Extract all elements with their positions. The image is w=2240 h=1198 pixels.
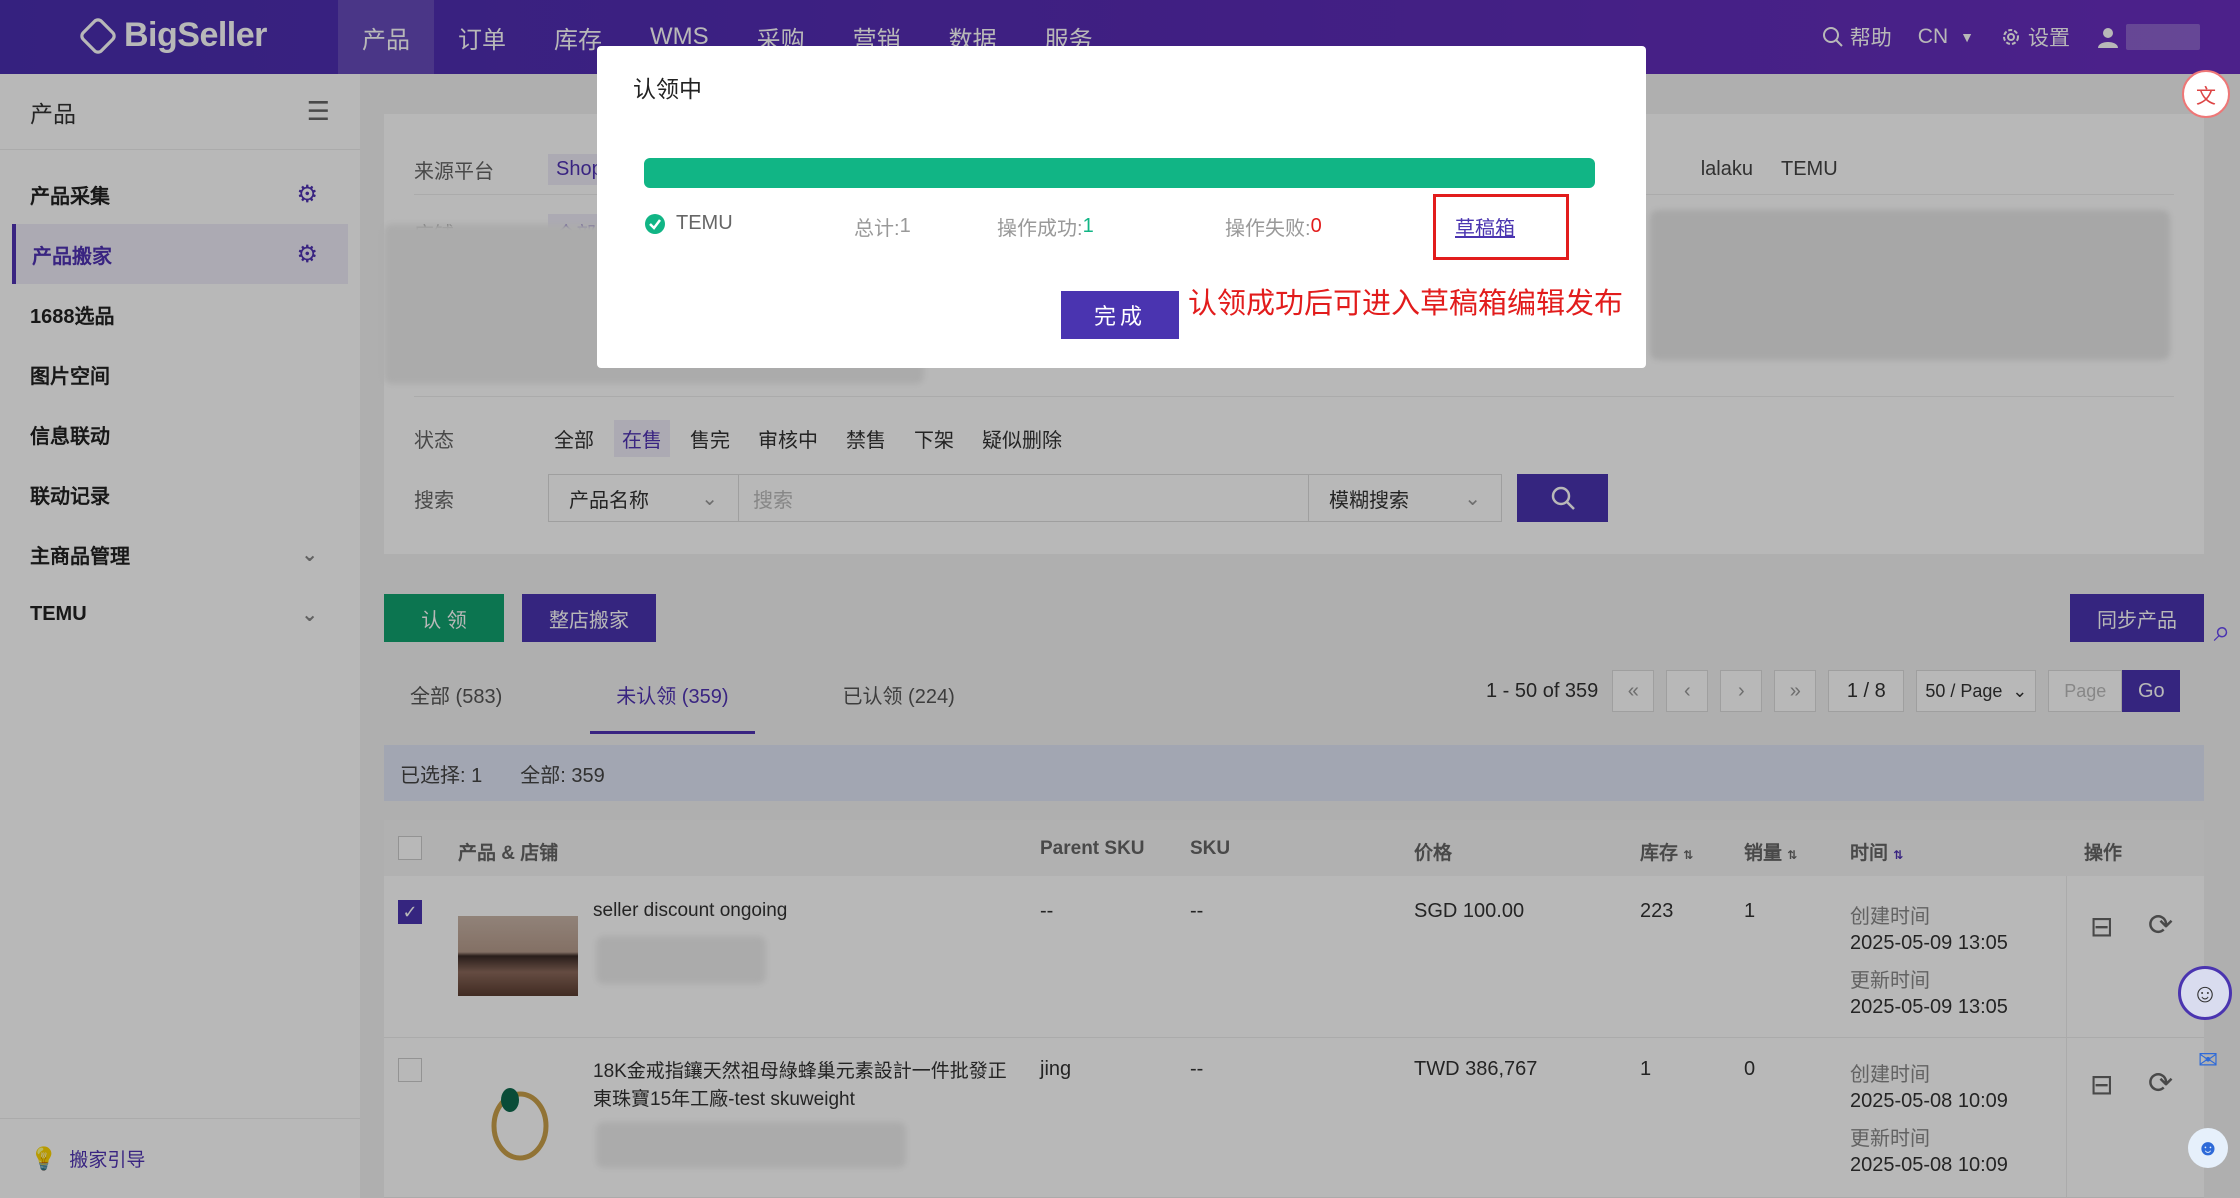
success-label: 操作成功: bbox=[997, 218, 1083, 240]
progress-bar bbox=[644, 158, 1595, 188]
translate-icon[interactable]: 文 bbox=[2182, 70, 2230, 118]
success-count: 操作成功: 1 bbox=[997, 212, 1094, 241]
success-check-icon bbox=[645, 213, 665, 234]
modal-title: 认领中 bbox=[633, 76, 702, 102]
search-icon[interactable]: ⌕ bbox=[2204, 614, 2240, 650]
platform-status: TEMU bbox=[644, 212, 733, 235]
robot-icon[interactable]: ☻ bbox=[2188, 1128, 2228, 1168]
avatar-icon: ☺ bbox=[2191, 977, 2219, 1008]
support-avatar[interactable]: ☺ bbox=[2178, 966, 2232, 1020]
total-value: 1 bbox=[899, 215, 911, 237]
total-label: 总计: bbox=[854, 218, 900, 240]
fail-count: 操作失败: 0 bbox=[1225, 212, 1322, 241]
success-value: 1 bbox=[1082, 215, 1094, 237]
draft-highlight-box bbox=[1433, 194, 1569, 260]
chat-icon[interactable]: ✉ bbox=[2190, 1042, 2226, 1078]
fail-value: 0 bbox=[1310, 215, 1322, 237]
done-button[interactable]: 完成 bbox=[1061, 291, 1179, 339]
platform-name: TEMU bbox=[676, 212, 733, 234]
fail-label: 操作失败: bbox=[1225, 218, 1311, 240]
annotation-text: 认领成功后可进入草稿箱编辑发布 bbox=[1188, 288, 1624, 320]
total-count: 总计: 1 bbox=[854, 212, 911, 241]
